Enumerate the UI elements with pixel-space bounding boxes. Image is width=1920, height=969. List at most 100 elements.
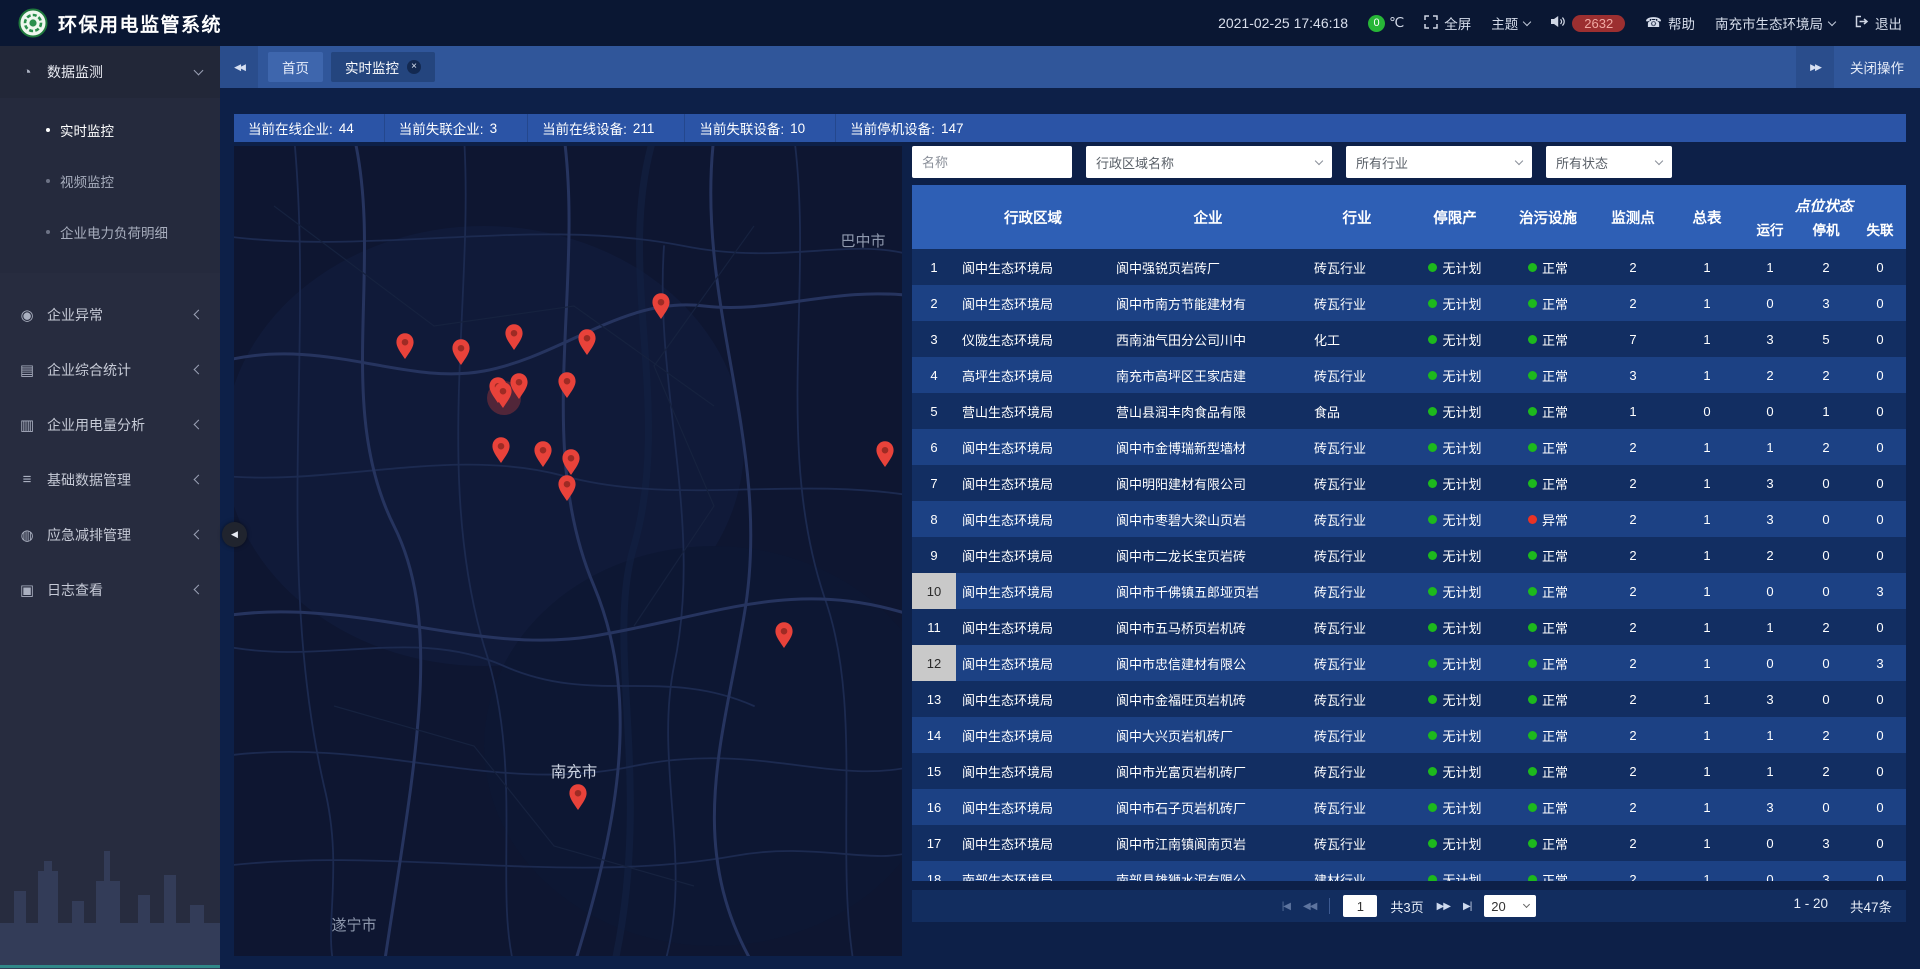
limit-status-dot (1428, 515, 1437, 524)
table-row[interactable]: 9阆中生态环境局阆中市二龙长宝页岩砖砖瓦行业无计划正常21200 (912, 537, 1906, 573)
facility-status-dot (1528, 623, 1537, 632)
sidebar-group-3[interactable]: ▥企业用电量分析 (0, 397, 220, 452)
table-row[interactable]: 8阆中生态环境局阆中市枣碧大梁山页岩砖瓦行业无计划异常21300 (912, 501, 1906, 537)
sidebar-item-2[interactable]: 企业电力负荷明细 (0, 206, 220, 257)
chevron-left-icon (194, 475, 204, 485)
table-row[interactable]: 10阆中生态环境局阆中市千佛镇五郎垭页岩砖瓦行业无计划正常21003 (912, 573, 1906, 609)
theme-dropdown[interactable]: 主题 (1491, 13, 1530, 33)
range-label: 1 - 20 (1793, 896, 1828, 916)
table-row[interactable]: 13阆中生态环境局阆中市金福旺页岩机砖砖瓦行业无计划正常21300 (912, 681, 1906, 717)
limit-status-dot (1428, 659, 1437, 668)
app-root: 环保用电监管系统 2021-02-25 17:46:18 0 ℃ 全屏 主题 (0, 0, 1920, 969)
city-label: 南充市 (551, 763, 598, 781)
stat-item: 当前在线企业:44 (234, 114, 384, 142)
facility-status-dot (1528, 479, 1537, 488)
table-row[interactable]: 6阆中生态环境局阆中市金博瑞新型墙材砖瓦行业无计划正常21120 (912, 429, 1906, 465)
tab-label: 首页 (282, 57, 309, 77)
open-tabs: 首页 实时监控× (268, 52, 435, 82)
table-row[interactable]: 5营山生态环境局营山县润丰肉食品有限食品无计划正常10010 (912, 393, 1906, 429)
last-page-button[interactable]: ▶| (1463, 901, 1471, 912)
header-meters: 总表 (1672, 207, 1742, 228)
table-row[interactable]: 16阆中生态环境局阆中市石子页岩机砖厂砖瓦行业无计划正常21300 (912, 789, 1906, 825)
table-row[interactable]: 18南部生态环境局南部县雄狮水泥有限公建材行业无计划正常21030 (912, 861, 1906, 881)
facility-status-dot (1528, 587, 1537, 596)
facility-status-dot (1528, 767, 1537, 776)
sidebar-item-0[interactable]: 实时监控 (0, 104, 220, 155)
facility-status-label: 正常 (1542, 798, 1568, 817)
table-body: 1阆中生态环境局阆中强锐页岩砖厂砖瓦行业无计划正常211202阆中生态环境局阆中… (912, 249, 1906, 881)
limit-status-label: 无计划 (1442, 546, 1481, 565)
sidebar-group-6[interactable]: ▣日志查看 (0, 562, 220, 617)
chevron-left-icon (194, 420, 204, 430)
sidebar-item-1[interactable]: 视频监控 (0, 155, 220, 206)
sidebar-group-0[interactable]: ◔数据监测 (0, 46, 220, 98)
facility-status-label: 正常 (1542, 438, 1568, 457)
limit-status-dot (1428, 479, 1437, 488)
table-row[interactable]: 7阆中生态环境局阆中明阳建材有限公司砖瓦行业无计划正常21300 (912, 465, 1906, 501)
sidebar-group-1[interactable]: ◉企业异常 (0, 287, 220, 342)
scroll-tabs-right-button[interactable]: ▶▶ (1796, 46, 1834, 88)
table-row[interactable]: 14阆中生态环境局阆中大兴页岩机砖厂砖瓦行业无计划正常21120 (912, 717, 1906, 753)
name-filter-input[interactable] (912, 146, 1072, 178)
limit-status-dot (1428, 587, 1437, 596)
org-dropdown[interactable]: 南充市生态环境局 (1715, 13, 1835, 33)
table-row[interactable]: 2阆中生态环境局阆中市南方节能建材有砖瓦行业无计划正常21030 (912, 285, 1906, 321)
table-row[interactable]: 4高坪生态环境局南充市高坪区王家店建砖瓦行业无计划正常31220 (912, 357, 1906, 393)
limit-status-dot (1428, 731, 1437, 740)
fullscreen-button[interactable]: 全屏 (1424, 13, 1471, 33)
table-row[interactable]: 11阆中生态环境局阆中市五马桥页岩机砖砖瓦行业无计划正常21120 (912, 609, 1906, 645)
logout-label: 退出 (1875, 13, 1902, 33)
status-filter-select[interactable]: 所有状态 (1546, 146, 1672, 178)
stat-value: 3 (490, 121, 498, 136)
sidebar-group-2[interactable]: ▤企业综合统计 (0, 342, 220, 397)
prev-page-button[interactable]: ◀◀ (1303, 901, 1316, 912)
header-facility: 治污设施 (1502, 207, 1594, 228)
chevron-down-icon (194, 66, 204, 76)
help-button[interactable]: ☎ 帮助 (1645, 13, 1695, 33)
close-operations-button[interactable]: 关闭操作 (1834, 57, 1920, 77)
table-row[interactable]: 17阆中生态环境局阆中市江南镇阆南页岩砖瓦行业无计划正常21030 (912, 825, 1906, 861)
stat-value: 44 (339, 121, 354, 136)
sidebar-group-label: 日志查看 (47, 580, 195, 600)
first-page-button[interactable]: |◀ (1282, 901, 1290, 912)
facility-status-dot (1528, 695, 1537, 704)
stat-item: 当前失联设备:10 (684, 114, 835, 142)
collapse-map-button[interactable]: ◀ (222, 522, 247, 547)
chevron-down-icon (1523, 17, 1531, 25)
help-label: 帮助 (1668, 13, 1695, 33)
notice-button[interactable]: 2632 (1550, 15, 1625, 32)
industry-filter-select[interactable]: 所有行业 (1346, 146, 1532, 178)
map[interactable]: 巴中市南充市遂宁市 (234, 146, 902, 956)
page-size-select[interactable]: 20 (1484, 895, 1536, 917)
limit-status-dot (1428, 407, 1437, 416)
limit-status-label: 无计划 (1442, 294, 1481, 313)
close-icon[interactable]: × (407, 60, 421, 74)
page-size-value: 20 (1491, 899, 1505, 914)
table-row[interactable]: 15阆中生态环境局阆中市光富页岩机砖厂砖瓦行业无计划正常21120 (912, 753, 1906, 789)
logout-button[interactable]: 退出 (1855, 13, 1902, 33)
facility-status-dot (1528, 407, 1537, 416)
limit-status-label: 无计划 (1442, 618, 1481, 637)
table-row[interactable]: 3仪陇生态环境局西南油气田分公司川中化工无计划正常71350 (912, 321, 1906, 357)
limit-status-label: 无计划 (1442, 582, 1481, 601)
table-row[interactable]: 12阆中生态环境局阆中市忠信建材有限公砖瓦行业无计划正常21003 (912, 645, 1906, 681)
sidebar-menu: ◔数据监测实时监控视频监控企业电力负荷明细 ◉企业异常▤企业综合统计▥企业用电量分… (0, 46, 220, 617)
logout-icon (1855, 15, 1869, 31)
fullscreen-icon (1424, 15, 1438, 32)
facility-status-dot (1528, 515, 1537, 524)
next-page-button[interactable]: ▶▶ (1437, 901, 1450, 912)
header-stopped: 停机 (1798, 219, 1854, 239)
table-row[interactable]: 1阆中生态环境局阆中强锐页岩砖厂砖瓦行业无计划正常21120 (912, 249, 1906, 285)
main-area: ◀◀ 首页实时监控× ▶▶ 关闭操作 当前在线企业:44当前失联企业:3当前在线… (220, 46, 1920, 969)
tab-1[interactable]: 实时监控× (331, 52, 435, 82)
scroll-tabs-left-button[interactable]: ◀◀ (220, 46, 258, 88)
page-number-input[interactable]: 1 (1343, 895, 1377, 917)
sidebar-group-5[interactable]: ◍应急减排管理 (0, 507, 220, 562)
facility-status-dot (1528, 731, 1537, 740)
region-filter-select[interactable]: 行政区域名称 (1086, 146, 1332, 178)
sidebar-group-4[interactable]: ≡基础数据管理 (0, 452, 220, 507)
alert-icon: ◍ (18, 526, 36, 544)
city-label: 遂宁市 (331, 917, 376, 934)
tab-0[interactable]: 首页 (268, 52, 323, 82)
facility-status-dot (1528, 443, 1537, 452)
